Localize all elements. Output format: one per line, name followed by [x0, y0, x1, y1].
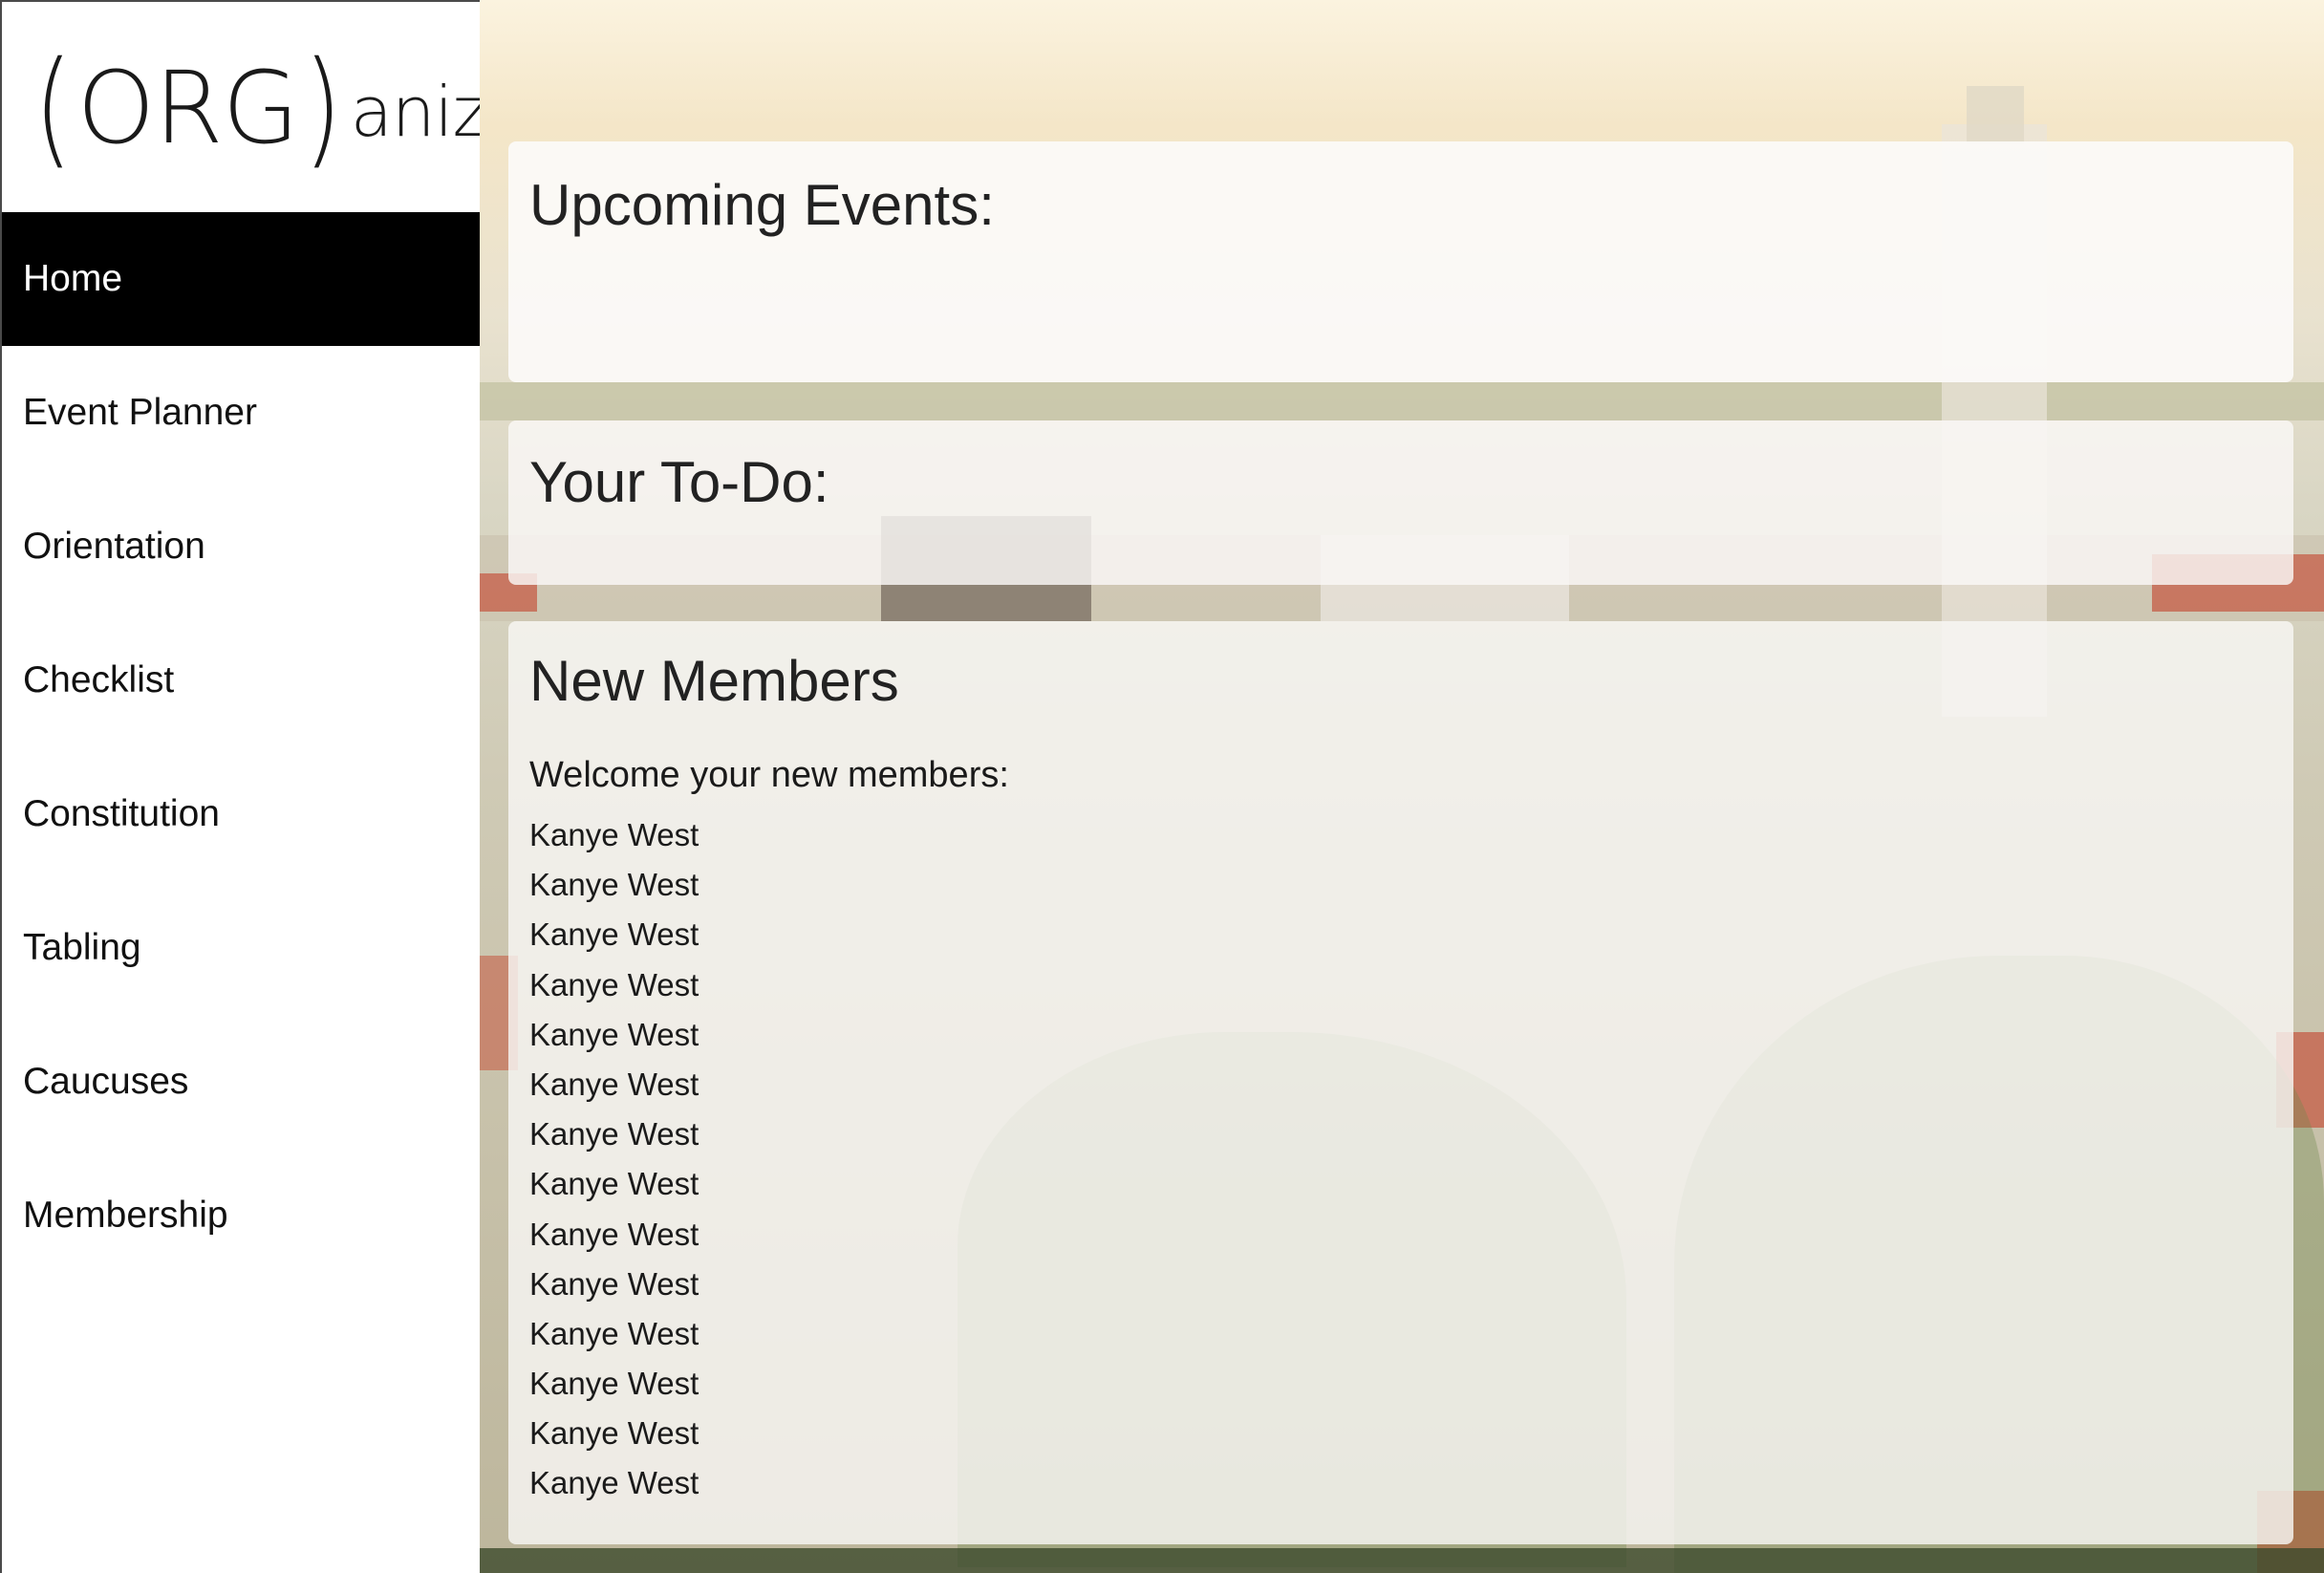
list-item: Kanye West [529, 1216, 699, 1252]
list-item: Kanye West [529, 1366, 699, 1402]
list-item: Kanye West [529, 867, 699, 903]
upcoming-events-title: Upcoming Events: [529, 173, 995, 237]
list-item: Kanye West [529, 1116, 699, 1153]
new-members-title: New Members [529, 649, 899, 713]
sidebar-item-home[interactable]: Home [2, 212, 480, 346]
logo-open-paren: ( [33, 34, 73, 182]
list-item: Kanye West [529, 1265, 699, 1302]
list-item: Kanye West [529, 1315, 699, 1351]
sidebar-nav: Home Event Planner Orientation Checklist… [2, 212, 480, 1282]
list-item: Kanye West [529, 1465, 699, 1501]
list-item: Kanye West [529, 1066, 699, 1102]
list-item: Kanye West [529, 966, 699, 1002]
logo-org: ORG [76, 50, 300, 166]
list-item: Kanye West [529, 1016, 699, 1052]
logo-close-paren: ) [303, 34, 342, 182]
list-item: Kanye West [529, 817, 699, 852]
sidebar-item-membership[interactable]: Membership [2, 1149, 480, 1282]
new-members-list: Kanye West Kanye West Kanye West Kanye W… [529, 810, 699, 1509]
sidebar-item-constitution[interactable]: Constitution [2, 747, 480, 881]
app-window: ( ORG ) anize Home Event Planner Orienta… [0, 0, 2324, 1573]
upcoming-events-panel: Upcoming Events: [508, 141, 2293, 382]
sidebar-item-checklist[interactable]: Checklist [2, 614, 480, 747]
sidebar-item-caucuses[interactable]: Caucuses [2, 1015, 480, 1149]
sidebar-item-orientation[interactable]: Orientation [2, 480, 480, 614]
list-item: Kanye West [529, 916, 699, 953]
list-item: Kanye West [529, 1166, 699, 1202]
list-item: Kanye West [529, 1415, 699, 1452]
app-logo[interactable]: ( ORG ) anize [29, 34, 530, 182]
todo-title: Your To-Do: [529, 450, 829, 514]
todo-panel: Your To-Do: [508, 420, 2293, 585]
sidebar-item-event-planner[interactable]: Event Planner [2, 346, 480, 480]
new-members-panel: New Members Welcome your new members: Ka… [508, 621, 2293, 1544]
sidebar-item-tabling[interactable]: Tabling [2, 881, 480, 1015]
sidebar: ( ORG ) anize Home Event Planner Orienta… [0, 0, 530, 1573]
new-members-welcome: Welcome your new members: [529, 755, 1009, 795]
